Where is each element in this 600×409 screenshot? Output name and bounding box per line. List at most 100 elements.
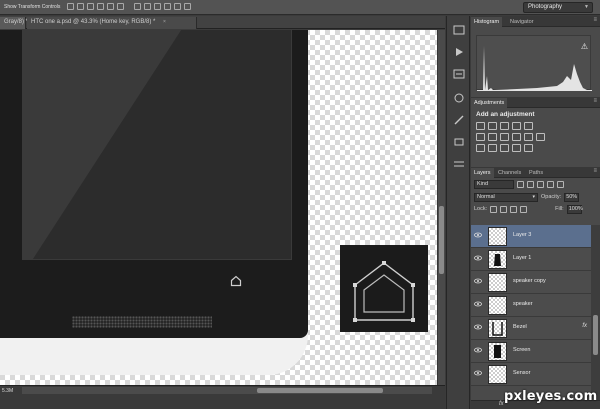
invert-icon[interactable] [476,144,485,152]
scroll-thumb[interactable] [439,206,444,274]
layer-row[interactable]: speaker copy [471,271,591,294]
layer-name[interactable]: Bezel [513,324,527,330]
tab-adjustments[interactable]: Adjustments [471,98,508,108]
blend-mode-select[interactable]: Normal ▾ [474,192,538,202]
align-vcenter-icon[interactable] [77,3,84,10]
posterize-icon[interactable] [488,144,497,152]
info-icon[interactable] [452,68,466,80]
layer-name[interactable]: Layer 1 [513,255,531,261]
layer-row[interactable]: Screen [471,340,591,363]
gradient-map-icon[interactable] [512,144,521,152]
tab-document-1[interactable]: Gray/8) * [0,17,28,29]
panel-menu-icon[interactable]: ≡ [593,98,597,104]
layer-row[interactable]: Layer 1 [471,248,591,271]
adjustments-panel-tabs: Adjustments ≡ [471,97,600,108]
adjustments-row-1 [471,121,600,132]
phone-body [0,30,308,338]
layer-effects-icon[interactable]: fx [582,323,587,329]
eye-icon[interactable] [474,301,482,307]
threshold-icon[interactable] [500,144,509,152]
distribute-hcenter-icon[interactable] [174,3,181,10]
eye-icon[interactable] [474,232,482,238]
distribute-bottom-icon[interactable] [154,3,161,10]
canvas-horizontal-scrollbar[interactable] [22,387,432,394]
eye-icon[interactable] [474,255,482,261]
brightness-contrast-icon[interactable] [476,122,485,130]
layer-name[interactable]: Layer 3 [513,232,531,238]
canvas-vertical-scrollbar[interactable] [437,30,445,385]
lock-position-icon[interactable] [510,205,518,213]
kind-filter-select[interactable]: Kind [474,180,514,189]
tab-navigator[interactable]: Navigator [507,17,537,27]
distribute-top-icon[interactable] [134,3,141,10]
eye-icon[interactable] [474,347,482,353]
vibrance-icon[interactable] [524,122,533,130]
channel-mixer-icon[interactable] [524,133,533,141]
properties-icon[interactable] [452,158,466,170]
smart-object-filter-icon[interactable] [557,181,564,188]
fill-field[interactable]: 100% [566,204,583,214]
curves-icon[interactable] [500,122,509,130]
adjustment-filter-icon[interactable] [527,181,534,188]
distribute-right-icon[interactable] [184,3,191,10]
close-icon[interactable]: × [163,19,166,25]
show-transform-controls-label[interactable]: Show Transform Controls [4,4,60,10]
layer-name[interactable]: speaker [513,301,533,307]
scroll-thumb[interactable] [593,315,598,355]
black-white-icon[interactable] [500,133,509,141]
adjustments-icon[interactable] [452,92,466,104]
lock-label: Lock: [474,206,488,212]
exposure-icon[interactable] [512,122,521,130]
adjustments-row-3 [471,143,600,154]
align-bottom-icon[interactable] [87,3,94,10]
layer-row[interactable]: speaker [471,294,591,317]
panel-menu-icon[interactable]: ≡ [593,17,597,23]
eye-icon[interactable] [474,324,482,330]
align-hcenter-icon[interactable] [107,3,114,10]
distribute-vcenter-icon[interactable] [144,3,151,10]
selective-color-icon[interactable] [524,144,533,152]
workspace-select[interactable]: Photography ▼ [523,2,593,13]
lock-all-icon[interactable] [520,205,528,213]
color-balance-icon[interactable] [488,133,497,141]
clone-source-icon[interactable] [452,136,466,148]
color-lookup-icon[interactable] [536,133,545,141]
distribute-left-icon[interactable] [164,3,171,10]
tab-histogram[interactable]: Histogram [471,17,503,27]
hue-saturation-icon[interactable] [476,133,485,141]
layers-panel-tabs: Layers Channels Paths ≡ [471,167,600,178]
layers-scrollbar[interactable] [591,225,600,400]
photo-filter-icon[interactable] [512,133,521,141]
pixel-filter-icon[interactable] [517,181,524,188]
align-left-icon[interactable] [97,3,104,10]
panel-icon-strip [446,16,470,409]
lock-transparent-icon[interactable] [490,205,498,213]
align-top-icon[interactable] [67,3,74,10]
shape-filter-icon[interactable] [547,181,554,188]
tab-channels[interactable]: Channels [495,168,524,178]
tab-layers[interactable]: Layers [471,168,494,178]
brush-presets-icon[interactable] [452,114,466,126]
type-filter-icon[interactable] [537,181,544,188]
layer-name[interactable]: speaker copy [513,278,546,284]
play-actions-icon[interactable] [452,46,466,58]
layer-row[interactable]: Sensor [471,363,591,386]
layer-name[interactable]: Sensor [513,370,530,376]
levels-icon[interactable] [488,122,497,130]
eye-icon[interactable] [474,370,482,376]
history-icon[interactable] [452,24,466,36]
eye-icon[interactable] [474,278,482,284]
tab-document-2[interactable]: HTC one a.psd @ 43.3% (Home key, RGB/8) … [27,17,197,29]
layer-row[interactable]: Bezel fx [471,317,591,340]
opacity-field[interactable]: 50% [564,192,580,202]
align-right-icon[interactable] [117,3,124,10]
layer-row[interactable]: Layer 3 [471,225,591,248]
layer-name[interactable]: Screen [513,347,530,353]
panel-menu-icon[interactable]: ≡ [593,168,597,174]
scroll-thumb[interactable] [257,388,383,393]
tab-paths[interactable]: Paths [526,168,546,178]
document-area[interactable] [0,30,437,385]
lock-image-icon[interactable] [500,205,508,213]
warning-icon[interactable]: ⚠ [581,42,588,51]
add-layer-style-icon[interactable]: fx [499,401,504,407]
